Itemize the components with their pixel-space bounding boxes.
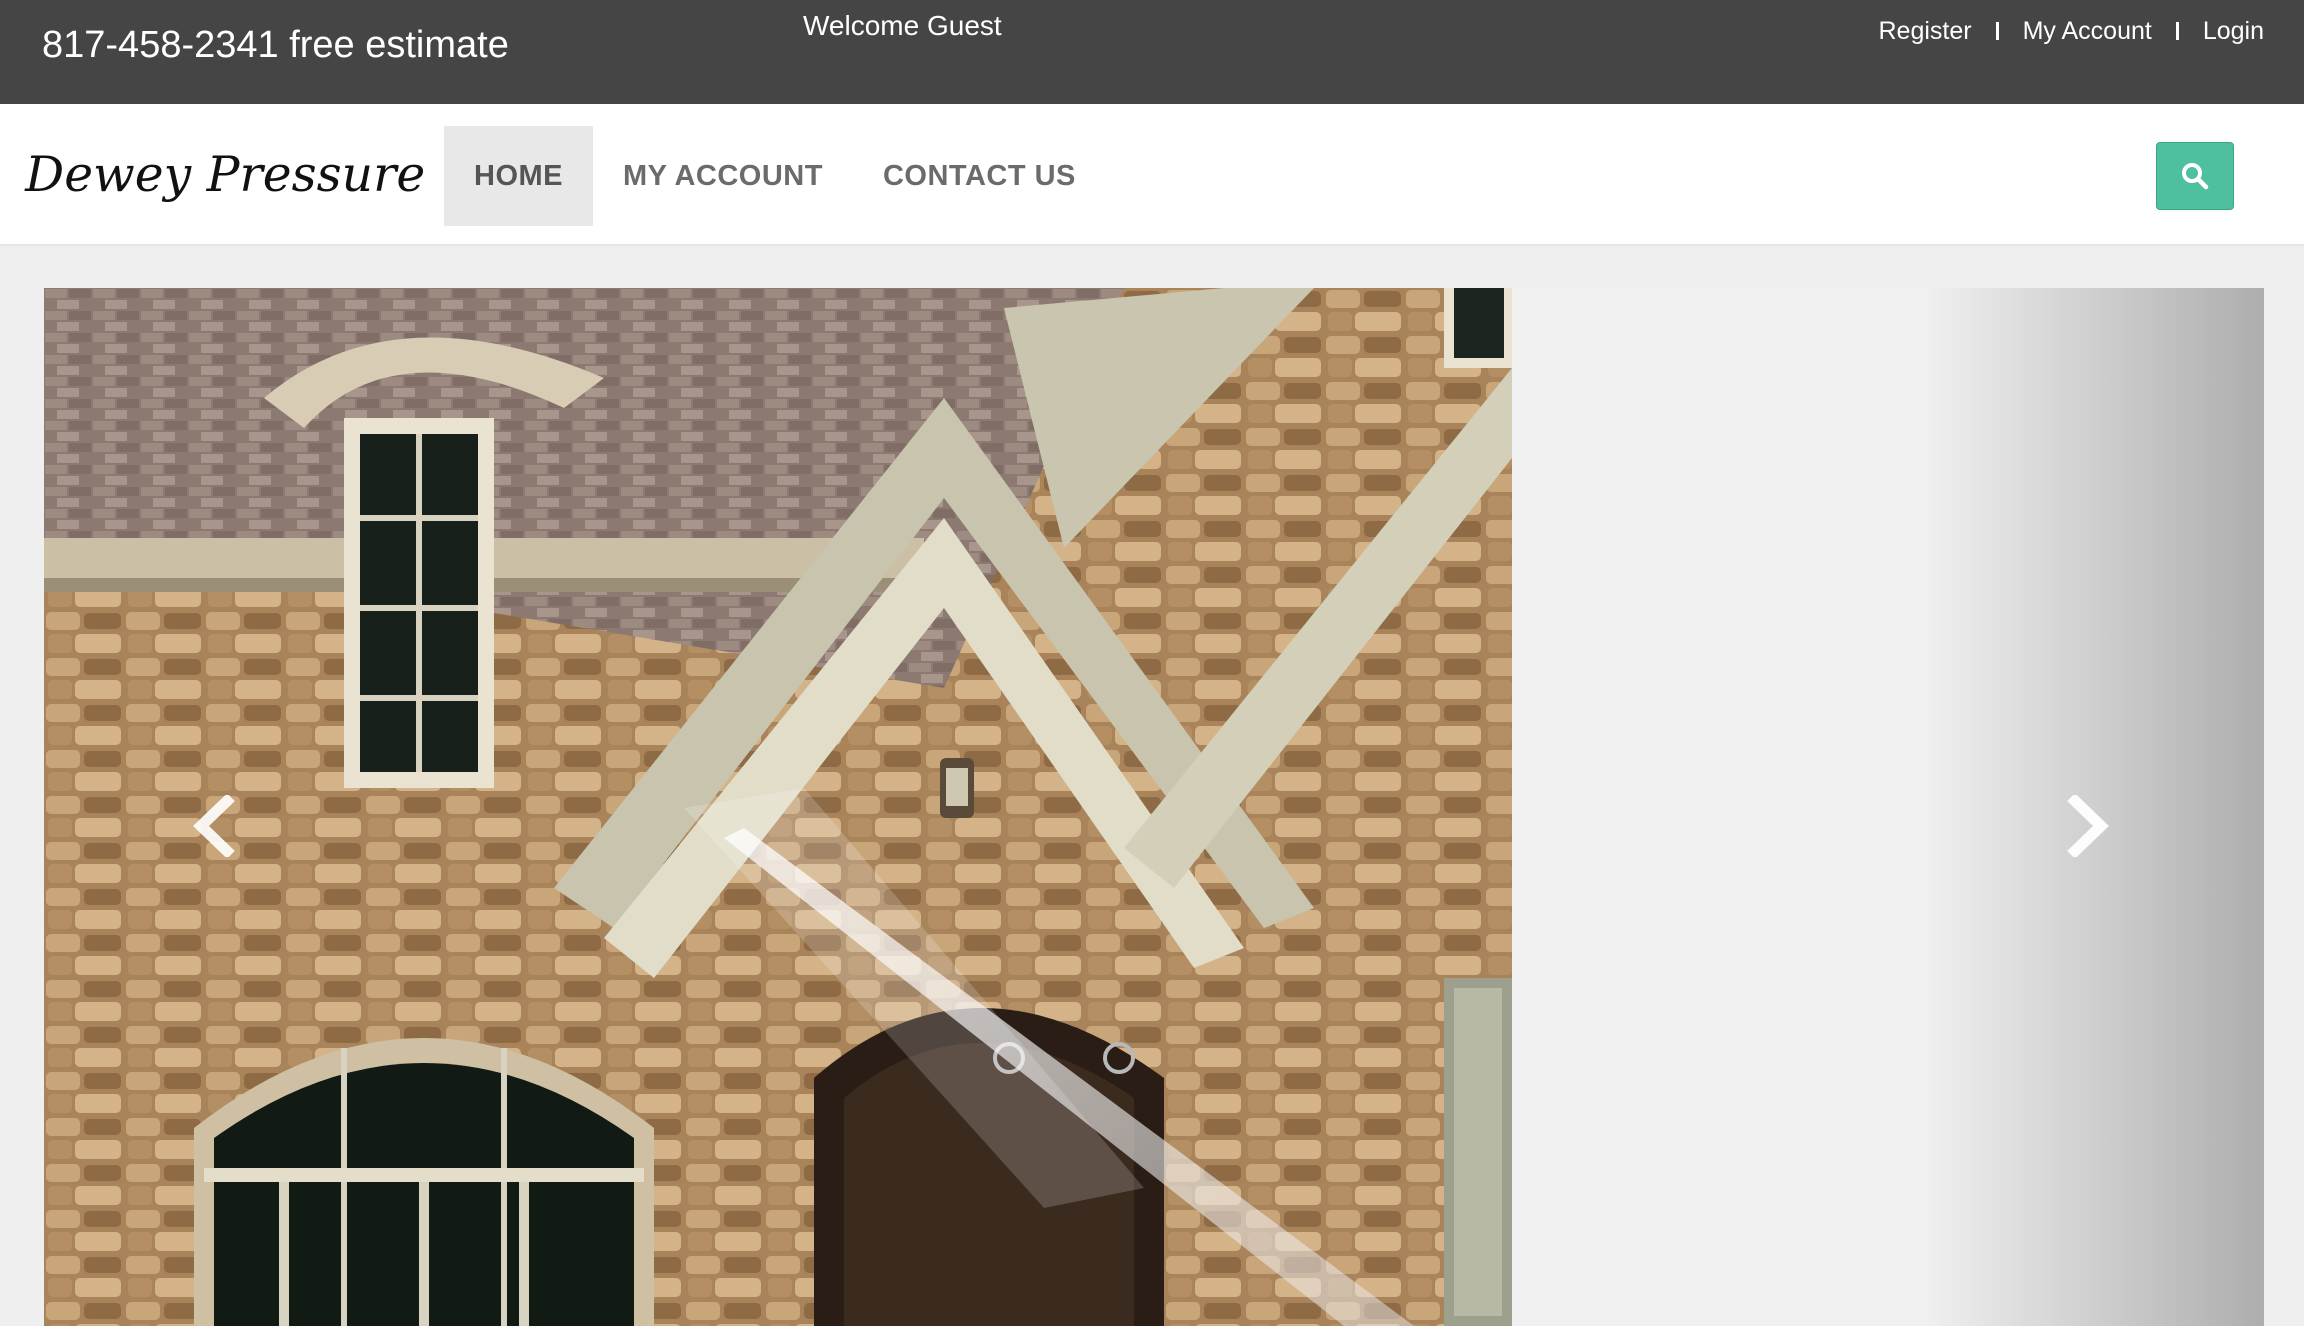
main-header: Dewey Pressure Wash HOME MY ACCOUNT CONT… <box>0 104 2304 246</box>
search-button[interactable] <box>2156 142 2234 210</box>
top-bar: 817-458-2341 free estimate Welcome Guest… <box>0 0 2304 104</box>
hero-carousel <box>44 288 2264 1326</box>
register-link[interactable]: Register <box>1879 14 1972 48</box>
phone-free-estimate: 817-458-2341 free estimate <box>42 24 509 66</box>
my-account-link[interactable]: My Account <box>2023 14 2152 48</box>
logo-text: Dewey Pressure Wash <box>24 148 432 203</box>
link-divider <box>2175 22 2179 40</box>
account-links: Register My Account Login <box>1879 14 2265 48</box>
welcome-message: Welcome Guest <box>803 10 1002 41</box>
chevron-right-icon <box>2067 795 2109 857</box>
link-divider <box>1995 22 1999 40</box>
nav-contact-us[interactable]: CONTACT US <box>853 126 1106 226</box>
chevron-left-icon <box>193 795 235 857</box>
slide-image-house-pressure-wash <box>44 288 1512 1326</box>
nav-my-account[interactable]: MY ACCOUNT <box>593 126 853 226</box>
nav-home[interactable]: HOME <box>444 126 593 226</box>
search-icon <box>2182 163 2209 190</box>
carousel-next-button[interactable] <box>2058 786 2118 866</box>
main-nav: HOME MY ACCOUNT CONTACT US <box>444 126 1106 226</box>
carousel-prev-button[interactable] <box>184 786 244 866</box>
site-logo[interactable]: Dewey Pressure Wash <box>12 148 432 208</box>
login-link[interactable]: Login <box>2203 14 2264 48</box>
